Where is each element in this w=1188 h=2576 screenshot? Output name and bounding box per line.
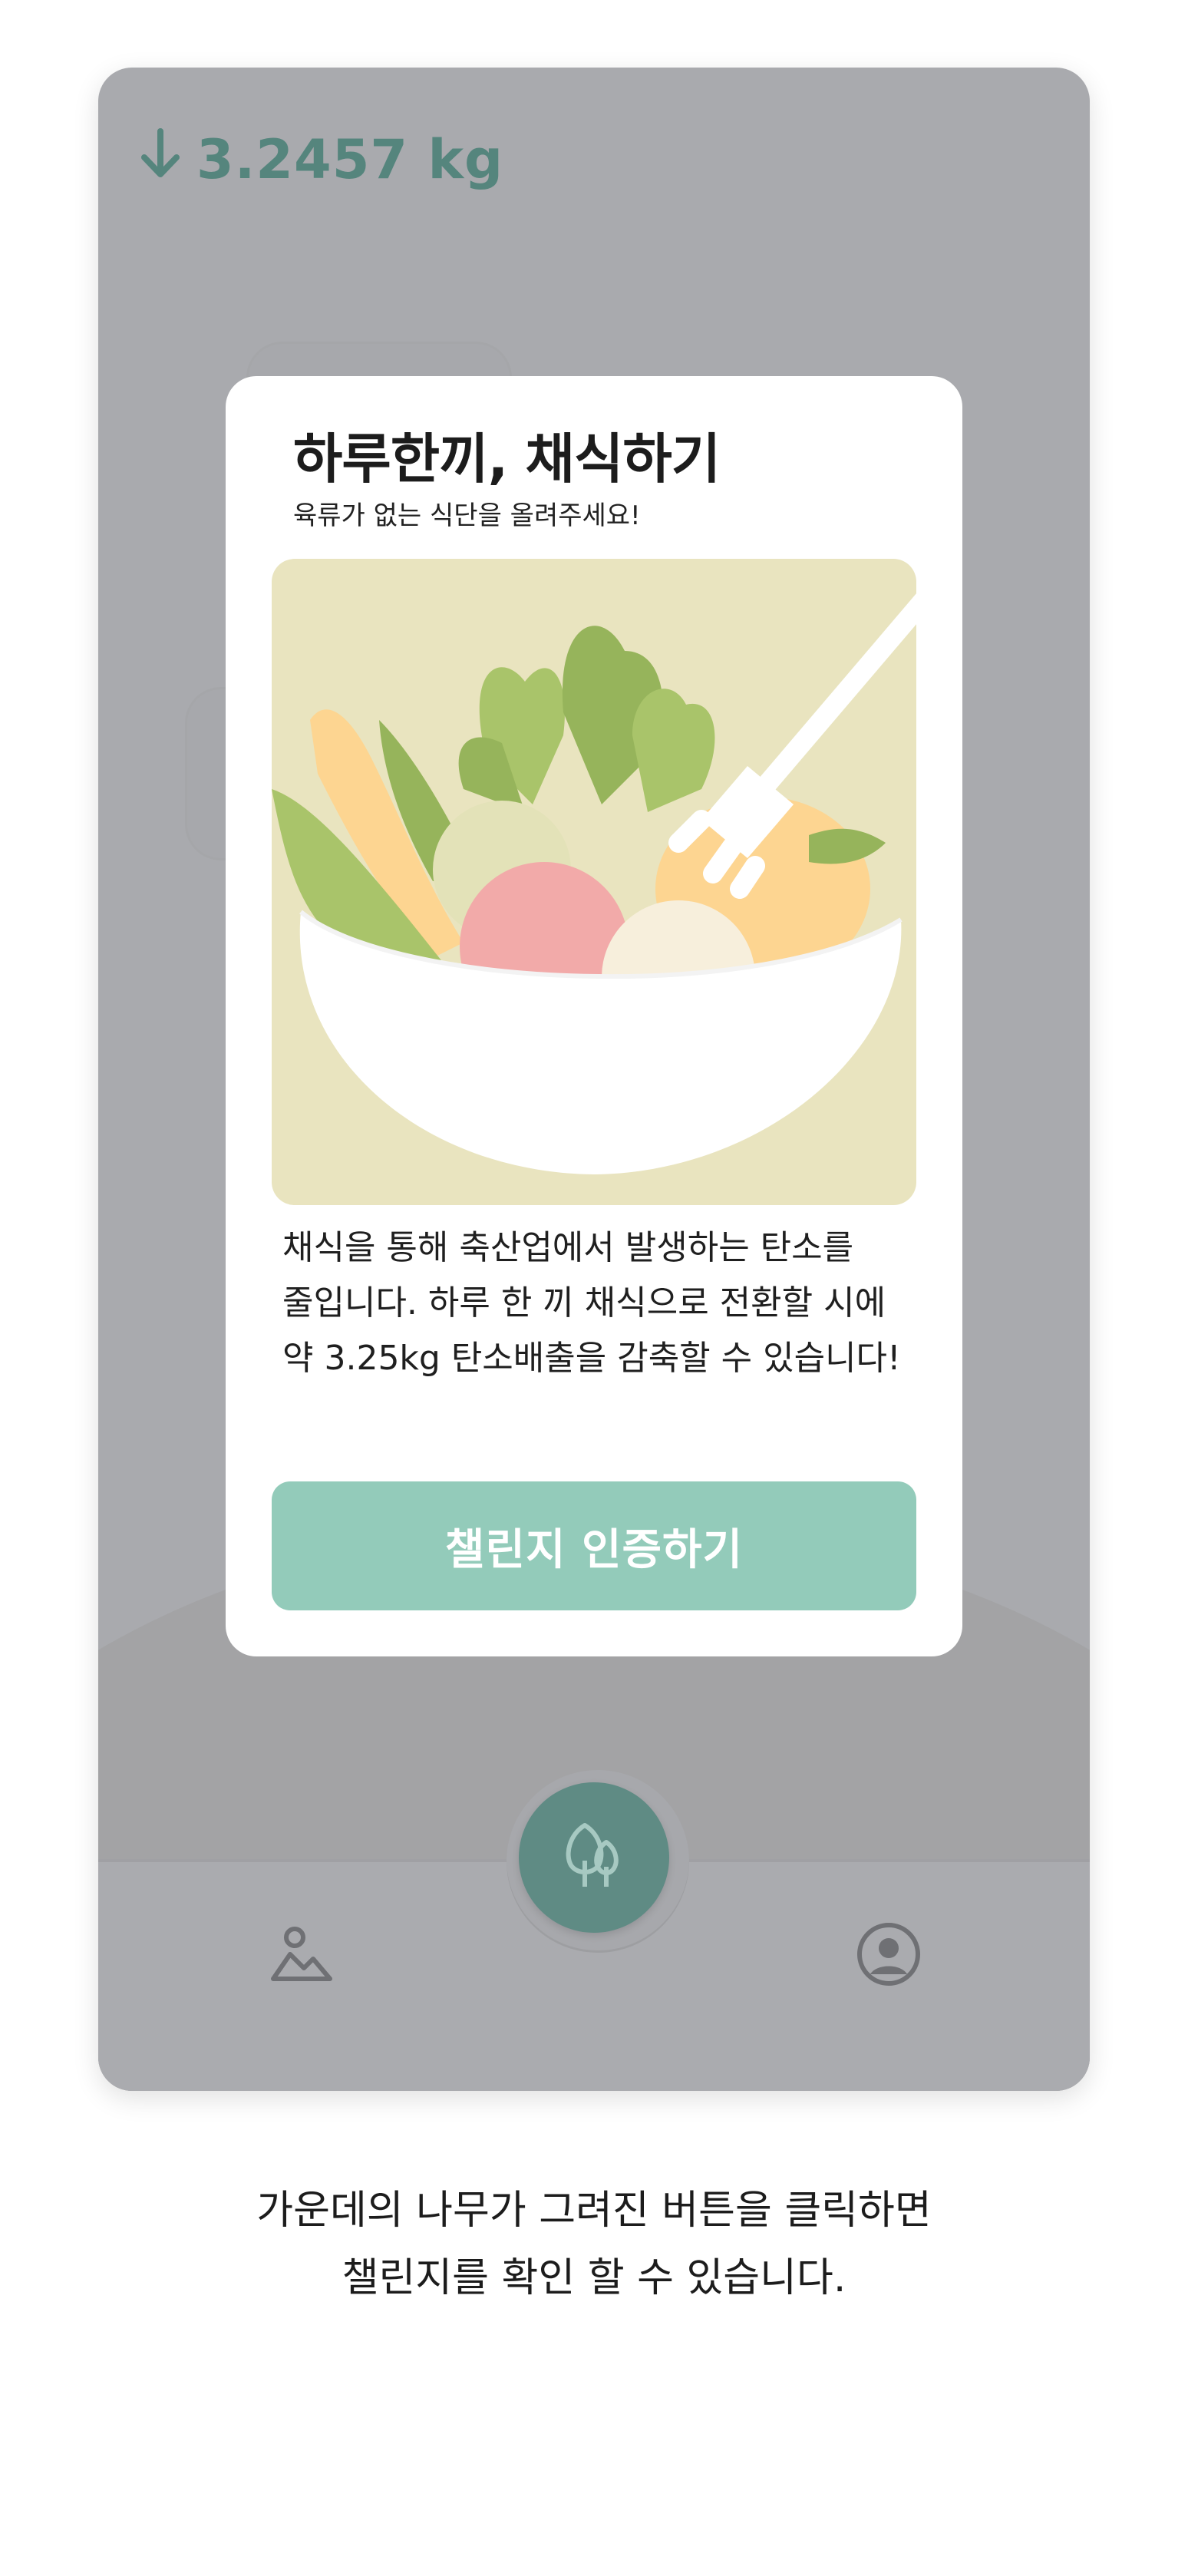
reduction-value: 3.2457 kg [196, 128, 504, 191]
verify-challenge-button[interactable]: 챌린지 인증하기 [272, 1481, 916, 1610]
modal-title: 하루한끼, 채식하기 [293, 428, 721, 490]
salad-bowl-illustration [272, 559, 916, 1205]
challenge-tree-button[interactable] [519, 1782, 669, 1933]
gallery-icon[interactable] [267, 1920, 335, 1988]
arrow-down-icon [138, 127, 183, 193]
challenge-modal: 하루한끼, 채식하기 육류가 없는 식단을 올려주세요! 채식을 통해 축산업에… [226, 376, 962, 1656]
caption-line-1: 가운데의 나무가 그려진 버튼을 클릭하면 [256, 2188, 932, 2234]
profile-icon[interactable] [855, 1920, 922, 1988]
instruction-caption: 가운데의 나무가 그려진 버튼을 클릭하면 챌린지를 확인 할 수 있습니다. [0, 2177, 1188, 2312]
modal-subtitle: 육류가 없는 식단을 올려주세요! [293, 500, 641, 531]
tree-icon [554, 1816, 634, 1899]
carbon-reduction-readout: 3.2457 kg [138, 114, 503, 206]
modal-description: 채식을 통해 축산업에서 발생하는 탄소를 줄입니다. 하루 한 끼 채식으로 … [282, 1228, 901, 1378]
caption-line-2: 챌린지를 확인 할 수 있습니다. [342, 2255, 846, 2301]
